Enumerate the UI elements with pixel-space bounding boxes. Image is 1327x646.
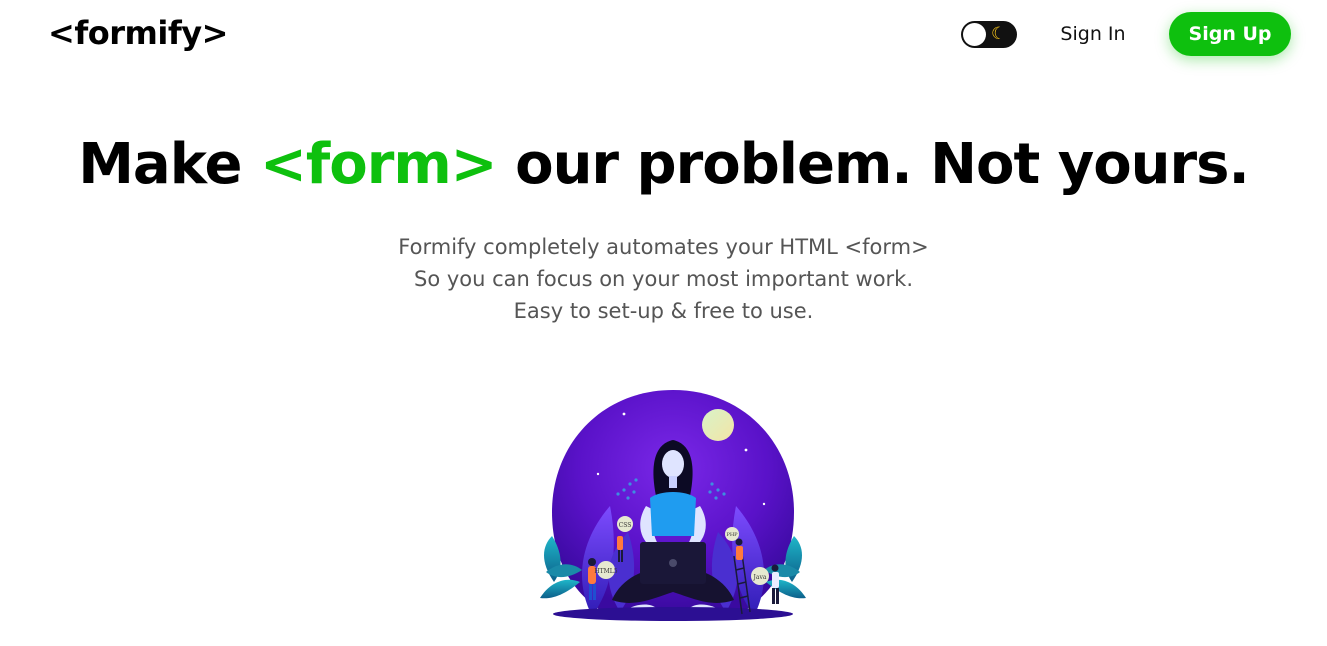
star — [744, 448, 748, 452]
woman-face — [662, 450, 684, 478]
theme-toggle[interactable]: ☾ — [961, 21, 1017, 48]
moon-icon: ☾ — [991, 24, 1007, 44]
star — [622, 412, 626, 416]
ground-shadow — [553, 607, 793, 621]
headline-part-1: Make — [78, 132, 260, 197]
laptop-logo — [669, 559, 677, 567]
person-html — [588, 558, 596, 600]
badge-html-label: HTML5 — [594, 568, 617, 575]
leaf — [540, 579, 580, 599]
sign-up-button[interactable]: Sign Up — [1169, 12, 1291, 56]
badge-php-label: PHP — [726, 532, 738, 538]
woman-neck — [669, 476, 677, 488]
hero-headline: Make <form> our problem. Not yours. — [0, 132, 1327, 197]
badge-css-label: CSS — [619, 522, 632, 529]
subtext-line-2: So you can focus on your most important … — [413, 267, 914, 291]
badge-java-label: Java — [753, 574, 767, 581]
moon-illustration — [702, 409, 734, 441]
person-php — [735, 538, 743, 560]
star — [762, 502, 766, 506]
star — [596, 472, 600, 476]
headline-accent: <form> — [259, 132, 498, 197]
toggle-knob — [963, 23, 986, 46]
badge-php: PHP — [725, 527, 739, 541]
hero-illustration: HTML5 CSS PHP Java — [540, 390, 806, 621]
headline-part-2: our problem. Not yours. — [496, 132, 1250, 197]
subtext-line-1: Formify completely automates your HTML <… — [398, 235, 929, 259]
sign-in-link[interactable]: Sign In — [1048, 18, 1138, 50]
badge-css: CSS — [617, 516, 633, 532]
subtext-line-3: Easy to set-up & free to use. — [513, 299, 814, 323]
badge-java: Java — [751, 567, 769, 585]
formify-logo[interactable]: <formify> — [48, 14, 228, 52]
hero-subtext: Formify completely automates your HTML <… — [0, 231, 1327, 327]
woman-top — [650, 492, 696, 536]
